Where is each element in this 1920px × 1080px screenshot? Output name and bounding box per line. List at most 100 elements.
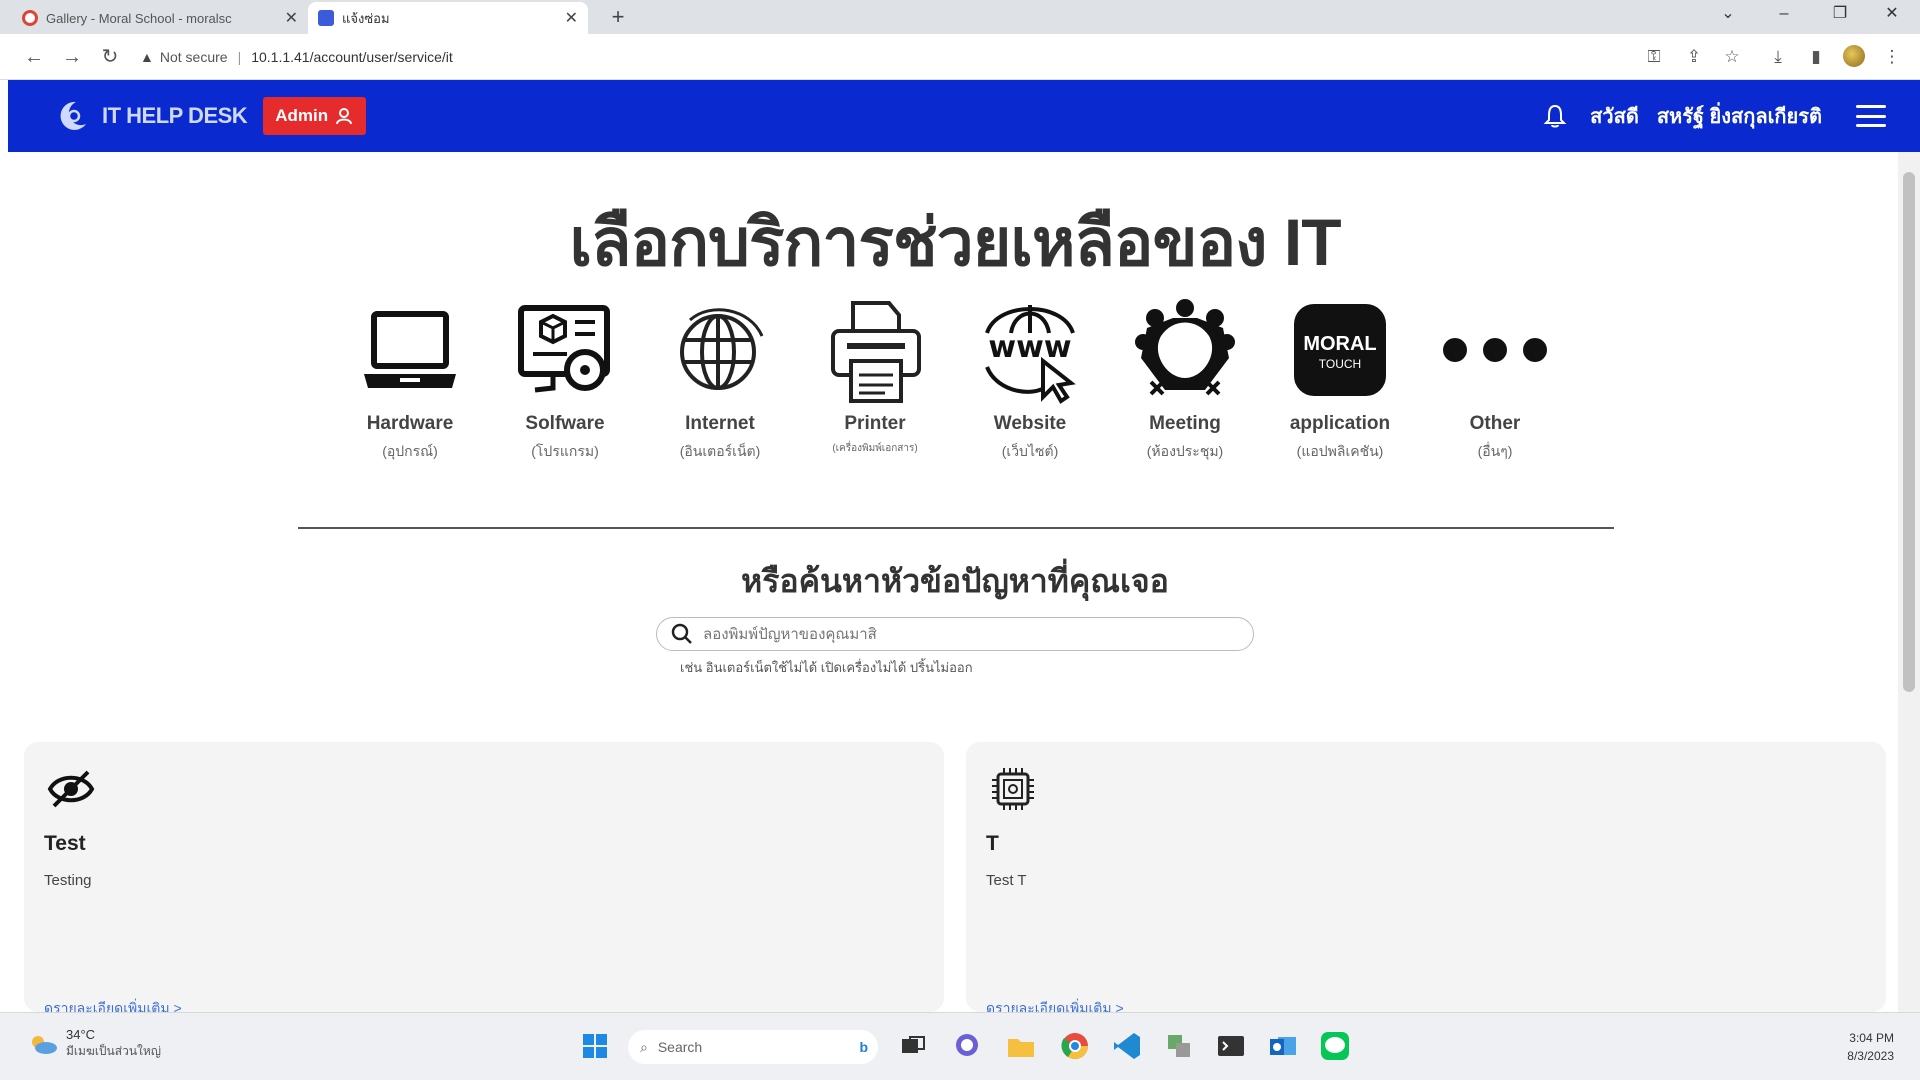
service-grid: Hardware (อุปกรณ์) Solfware (โปรแกรม) In… — [340, 295, 1560, 475]
moral-school-favicon-icon — [22, 10, 38, 26]
chat-icon[interactable] — [950, 1029, 984, 1063]
address-bar[interactable]: ▲ Not secure | 10.1.1.41/account/user/se… — [140, 42, 1620, 72]
service-name: application — [1289, 413, 1391, 434]
bookmark-star-icon[interactable]: ☆ — [1720, 45, 1744, 69]
service-sub: (อินเตอร์เน็ต) — [679, 443, 761, 459]
service-name: Hardware — [366, 413, 454, 434]
service-sub: (โปรแกรม) — [531, 443, 599, 459]
service-name: Solfware — [525, 413, 605, 434]
share-icon[interactable]: ⇪ — [1682, 45, 1706, 69]
bing-icon: b — [859, 1039, 868, 1055]
new-tab-button[interactable]: + — [604, 4, 632, 32]
service-sub: (เครื่องพิมพ์เอกสาร) — [832, 443, 918, 454]
browser-menu-icon[interactable]: ⋮ — [1880, 45, 1904, 69]
browser-tab-active[interactable]: แจ้งซ่อม ✕ — [308, 2, 588, 34]
service-name: Website — [993, 413, 1067, 434]
eye-slash-icon — [47, 770, 95, 808]
outlook-icon[interactable] — [1266, 1029, 1300, 1063]
user-icon — [336, 108, 353, 125]
page-title: เลือกบริการช่วยเหลือของ IT — [569, 205, 1341, 279]
app-header: IT HELP DESK Admin สวัสดี สหรัฐ์ ยิ่งสกุ… — [8, 80, 1920, 152]
service-hardware[interactable]: Hardware (อุปกรณ์) — [340, 295, 480, 463]
weather-condition: มีเมฆเป็นส่วนใหญ่ — [66, 1044, 162, 1058]
address-separator: | — [237, 49, 242, 65]
close-window-button[interactable]: ✕ — [1864, 0, 1920, 30]
forward-arrow-icon[interactable]: → — [58, 43, 86, 71]
terminal-icon[interactable] — [1214, 1029, 1248, 1063]
brand-title[interactable]: IT HELP DESK — [102, 103, 248, 129]
back-arrow-icon[interactable]: ← — [20, 43, 48, 71]
page-scrollbar[interactable] — [1898, 152, 1920, 1012]
service-software[interactable]: Solfware (โปรแกรม) — [495, 295, 635, 463]
system-clock[interactable]: 3:04 PM 8/3/2023 — [1847, 1029, 1894, 1065]
cpu-chip-icon — [992, 768, 1034, 810]
service-meeting[interactable]: Meeting (ห้องประชุม) — [1115, 295, 1255, 463]
helpdesk-favicon-icon — [318, 10, 334, 26]
side-panel-icon[interactable]: ▮ — [1804, 45, 1828, 69]
user-name[interactable]: สหรัฐ์ ยิ่งสกุลเกียรติ — [1657, 100, 1822, 132]
task-view-icon[interactable] — [896, 1029, 930, 1063]
problem-card[interactable]: Test Testing ดูรายละเอียดเพิ่มเติม > — [24, 742, 944, 1016]
browser-toolbar: ← → ↻ ▲ Not secure | 10.1.1.41/account/u… — [0, 34, 1920, 80]
globe-icon — [665, 295, 775, 405]
svg-text:www: www — [988, 330, 1071, 365]
close-tab-icon[interactable]: ✕ — [565, 8, 578, 28]
service-website[interactable]: www Website (เว็บไซต์) — [960, 295, 1100, 463]
tab-title: Gallery - Moral School - moralsc — [46, 10, 232, 26]
card-title: T — [986, 832, 999, 855]
meeting-icon — [1130, 295, 1240, 405]
weather-widget[interactable]: 34°C มีเมฆเป็นส่วนใหญ่ — [28, 1027, 161, 1061]
service-application[interactable]: MORAL TOUCH application (แอปพลิเคชัน) — [1270, 295, 1410, 463]
problem-search-input[interactable] — [703, 625, 1253, 643]
search-heading: หรือค้นหาหัวข้อปัญหาที่คุณเจอ — [741, 563, 1169, 599]
clock-time: 3:04 PM — [1849, 1031, 1894, 1045]
service-name: Printer — [844, 413, 906, 434]
file-explorer-icon[interactable] — [1004, 1029, 1038, 1063]
browser-tab-bar: Gallery - Moral School - moralsc ✕ แจ้งซ… — [0, 0, 1920, 34]
bell-icon[interactable] — [1542, 103, 1568, 129]
minimize-button[interactable]: – — [1756, 0, 1812, 30]
problem-card[interactable]: T Test T ดูรายละเอียดเพิ่มเติม > — [966, 742, 1886, 1016]
more-dots-icon — [1440, 295, 1550, 405]
helpdesk-logo-icon[interactable] — [54, 98, 90, 134]
service-printer[interactable]: Printer (เครื่องพิมพ์เอกสาร) — [805, 295, 945, 456]
windows-start-icon[interactable] — [578, 1029, 612, 1063]
search-hint: เช่น อินเตอร์เน็ตใช้ไม่ได้ เปิดเครื่องไม… — [680, 660, 973, 675]
line-icon[interactable] — [1318, 1029, 1352, 1063]
software-icon — [510, 295, 620, 405]
security-label: Not secure — [159, 49, 228, 65]
printer-icon — [820, 295, 930, 405]
download-icon[interactable]: ⤓ — [1766, 45, 1790, 69]
www-icon: www — [975, 295, 1085, 405]
card-description: Testing — [44, 872, 92, 889]
greeting-text: สวัสดี — [1590, 106, 1639, 128]
tools-app-icon[interactable] — [1162, 1029, 1196, 1063]
card-title: Test — [44, 832, 86, 855]
restore-button[interactable]: ❐ — [1812, 0, 1868, 30]
scrollbar-thumb[interactable] — [1903, 172, 1915, 692]
service-internet[interactable]: Internet (อินเตอร์เน็ต) — [650, 295, 790, 463]
warning-icon: ▲ — [140, 49, 154, 65]
service-other[interactable]: Other (อื่นๆ) — [1425, 295, 1565, 463]
taskbar-search-label: Search — [657, 1039, 703, 1055]
problem-search-box[interactable] — [656, 617, 1254, 651]
browser-tab-gallery[interactable]: Gallery - Moral School - moralsc ✕ — [12, 2, 308, 34]
admin-button[interactable]: Admin — [263, 97, 367, 135]
clock-date: 8/3/2023 — [1847, 1049, 1894, 1063]
hamburger-menu-icon[interactable] — [1856, 105, 1886, 127]
taskbar-search[interactable]: ⌕ Search b — [628, 1030, 878, 1064]
svg-text:TOUCH: TOUCH — [1319, 357, 1361, 371]
service-name: Internet — [685, 413, 755, 434]
reload-icon[interactable]: ↻ — [96, 43, 124, 71]
key-icon[interactable]: ⚿ — [1642, 45, 1666, 69]
vscode-icon[interactable] — [1110, 1029, 1144, 1063]
card-description: Test T — [986, 872, 1027, 889]
close-tab-icon[interactable]: ✕ — [285, 8, 298, 28]
tab-search-chevron-icon[interactable]: ⌄ — [1700, 0, 1756, 30]
service-sub: (อื่นๆ) — [1477, 443, 1513, 459]
profile-avatar-icon[interactable] — [1842, 45, 1866, 69]
laptop-icon — [355, 295, 465, 405]
chrome-icon[interactable] — [1058, 1029, 1092, 1063]
service-name: Meeting — [1149, 413, 1221, 434]
service-sub: (อุปกรณ์) — [382, 443, 438, 459]
